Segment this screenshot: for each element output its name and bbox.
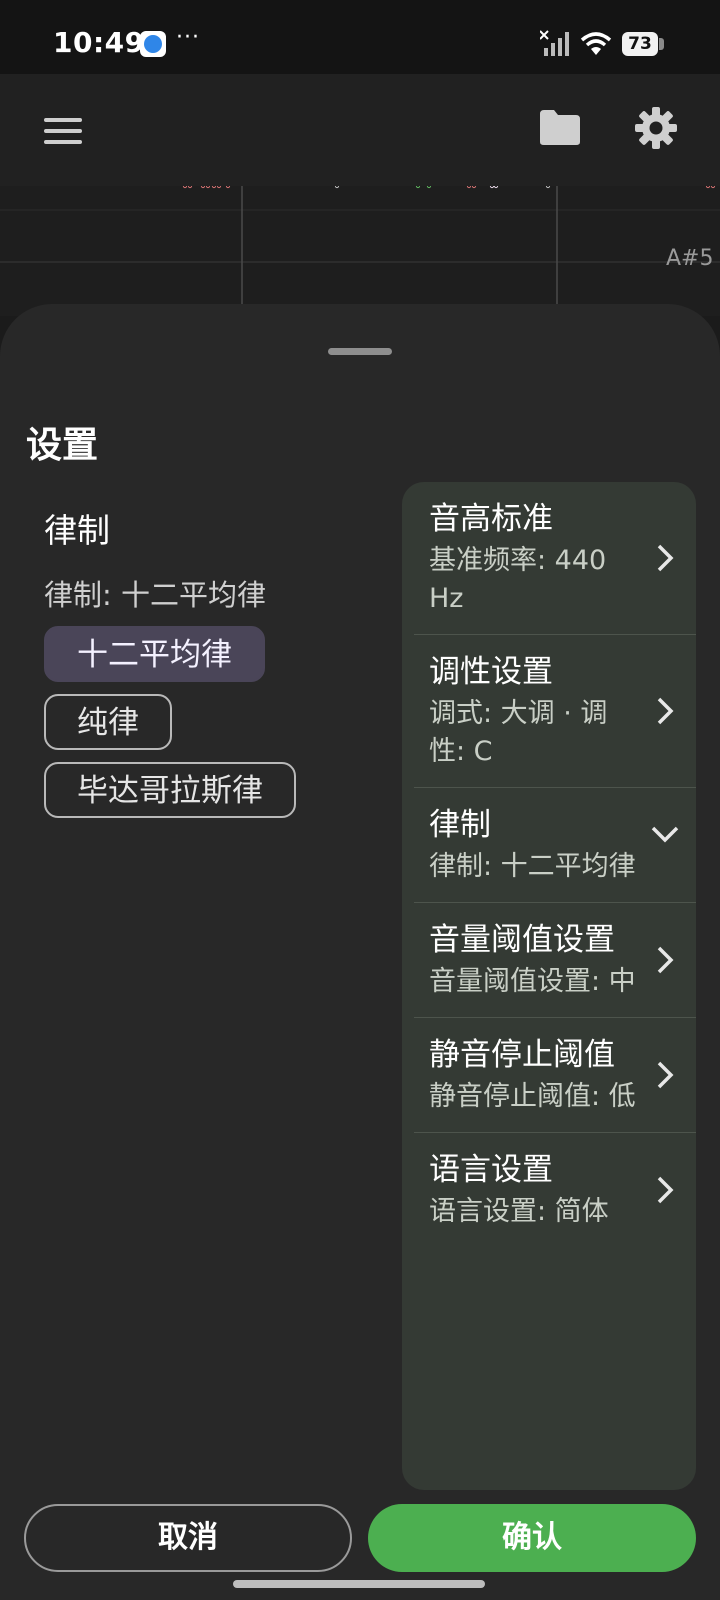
drag-handle[interactable] [328,348,392,355]
cancel-button[interactable]: 取消 [24,1504,352,1572]
chip-pythagorean[interactable]: 毕达哥拉斯律 [44,762,296,818]
note-label: A#5 [666,246,714,271]
settings-sheet: 设置 律制 律制: 十二平均律 十二平均律 纯律 毕达哥拉斯律 音高标准 基准频… [0,304,720,1600]
gear-icon[interactable] [634,106,678,150]
sheet-title: 设置 [26,425,99,466]
chevron-down-icon [651,826,679,843]
chevron-right-icon [657,1176,674,1204]
setting-subtitle: 静音停止阈值: 低 [429,1081,636,1112]
setting-subtitle: 律制: 十二平均律 [429,851,636,882]
battery-indicator: 73 [622,32,658,56]
setting-title: 律制 [429,807,491,843]
chevron-right-icon [657,946,674,974]
setting-title: 静音停止阈值 [429,1037,615,1073]
pitch-graph [0,183,720,316]
setting-item-temperament[interactable]: 律制 律制: 十二平均律 [414,788,696,903]
temperament-current: 律制: 十二平均律 [44,578,266,612]
settings-list: 音高标准 基准频率: 440 Hz 调性设置 调式: 大调 · 调性: C 律制… [402,482,696,1490]
setting-title: 音量阈值设置 [429,922,615,958]
chip-just-intonation[interactable]: 纯律 [44,694,172,750]
app-bar [0,74,720,186]
menu-icon[interactable] [44,114,84,148]
chevron-right-icon [657,697,674,725]
wifi-icon [580,32,612,55]
app-notification-icon [140,31,166,57]
folder-icon[interactable] [538,108,582,146]
setting-item-language[interactable]: 语言设置 语言设置: 简体 [414,1133,696,1247]
setting-title: 调性设置 [429,654,553,690]
more-notifications-icon: ··· [176,25,200,50]
chevron-right-icon [657,1061,674,1089]
setting-subtitle: 语言设置: 简体 [429,1196,609,1227]
gesture-bar[interactable] [233,1580,485,1588]
confirm-button[interactable]: 确认 [368,1504,696,1572]
setting-subtitle: 基准频率: 440 Hz [429,545,607,614]
chevron-right-icon [657,544,674,572]
setting-item-silence-threshold[interactable]: 静音停止阈值 静音停止阈值: 低 [414,1018,696,1133]
setting-item-pitch-standard[interactable]: 音高标准 基准频率: 440 Hz [414,482,696,635]
battery-tip [659,38,664,50]
status-bar: 10:49 ··· 73 [0,0,720,74]
signal-icon [540,30,569,56]
setting-subtitle: 音量阈值设置: 中 [429,966,636,997]
pitch-graph-lines [0,183,720,316]
temperament-section: 律制 律制: 十二平均律 十二平均律 纯律 毕达哥拉斯律 [44,504,374,818]
setting-subtitle: 调式: 大调 · 调性: C [429,698,608,767]
temperament-title: 律制 [44,511,110,550]
status-time: 10:49 [53,26,145,59]
chip-equal-temperament[interactable]: 十二平均律 [44,626,265,682]
setting-title: 语言设置 [429,1152,553,1188]
setting-item-key[interactable]: 调性设置 调式: 大调 · 调性: C [414,635,696,788]
setting-title: 音高标准 [429,501,553,537]
setting-item-volume-threshold[interactable]: 音量阈值设置 音量阈值设置: 中 [414,903,696,1018]
